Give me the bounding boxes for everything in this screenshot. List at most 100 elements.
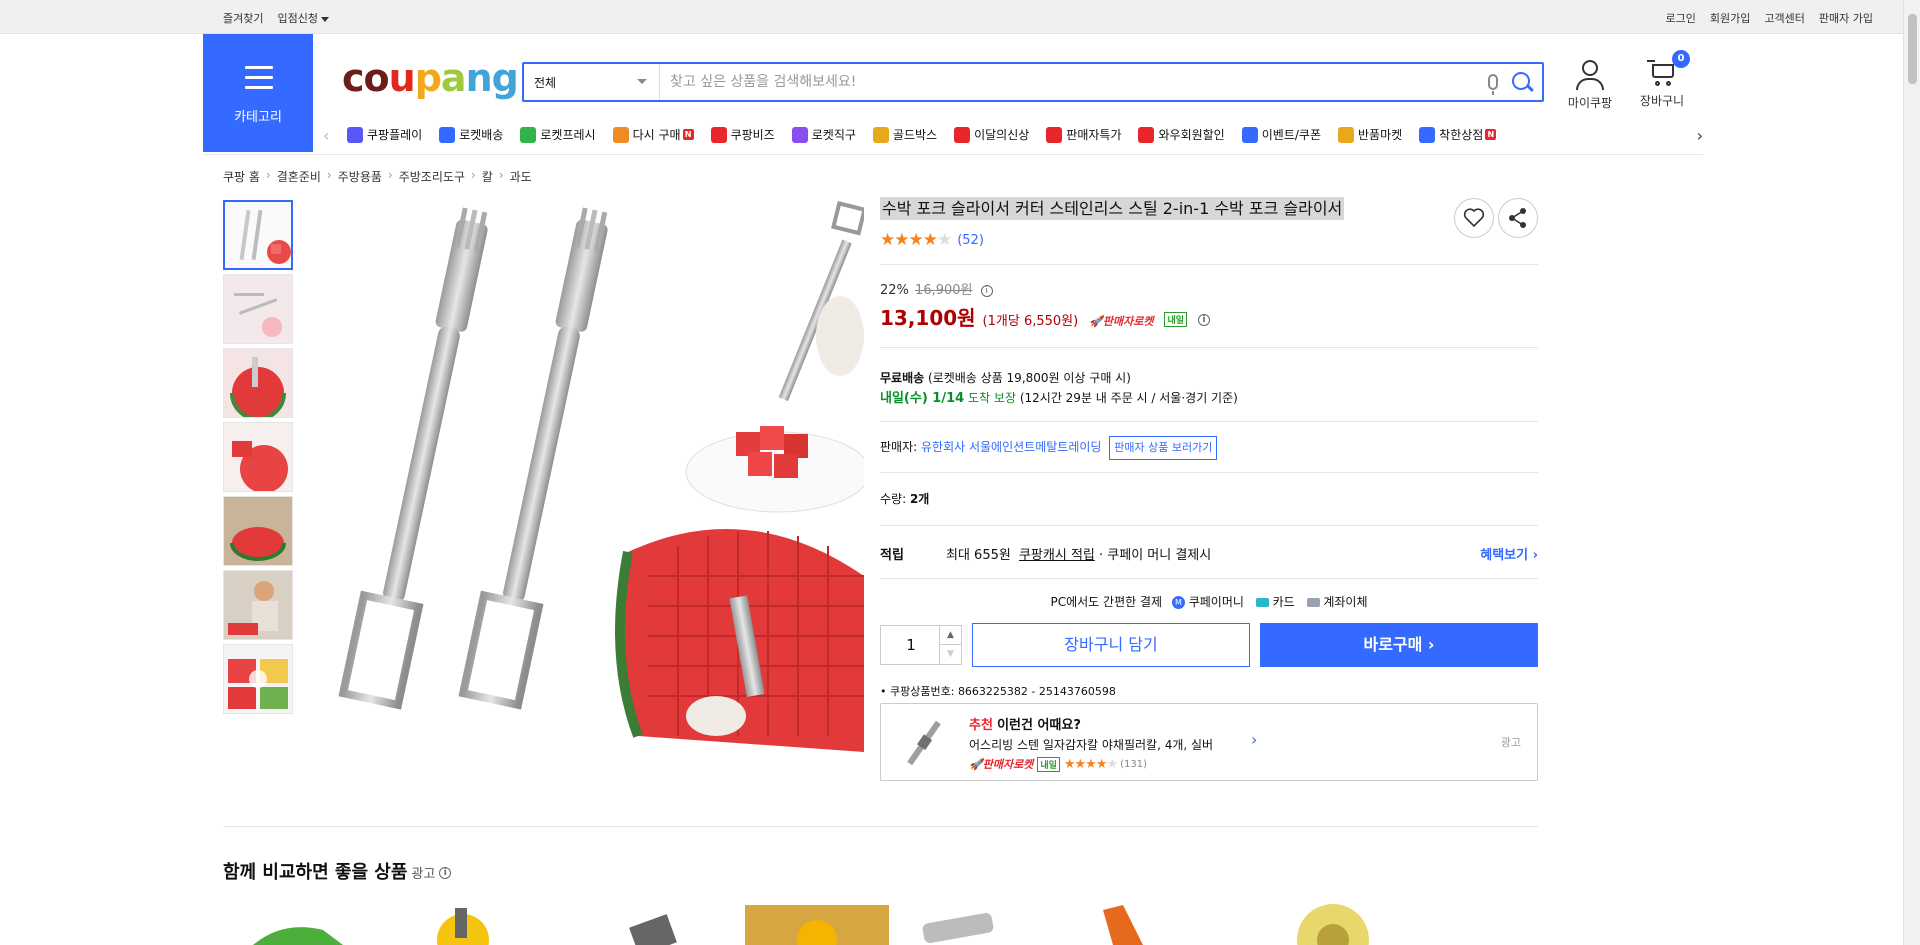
sale-price-line: 13,100원 (1개당 6,550원) 🚀판매자로켓 내일 i — [880, 302, 1538, 331]
seller-info: 판매자: 유한회사 서울에인션트메탈트레이딩 판매자 상품 보러가기 — [880, 436, 1538, 460]
nav-item[interactable]: 이달의신상 — [954, 126, 1029, 143]
coupang-logo[interactable]: coupang — [342, 56, 519, 100]
thumbnail-image[interactable] — [223, 274, 293, 344]
nav-item-label: 다시 구매 — [632, 128, 681, 142]
wishlist-button[interactable] — [1454, 198, 1494, 238]
seller-products-button[interactable]: 판매자 상품 보러가기 — [1109, 436, 1218, 460]
login-link[interactable]: 로그인 — [1666, 10, 1696, 26]
mycoupang-button[interactable]: 마이쿠팡 — [1560, 56, 1620, 111]
top-utility-bar: 즐겨찾기 입점신청 로그인 회원가입 고객센터 판매자 가입 — [0, 0, 1903, 34]
nav-item[interactable]: 이벤트/쿠폰 — [1241, 126, 1321, 143]
reward-label: 적립 — [880, 548, 904, 563]
product-number-label: 쿠팡상품번호: — [890, 685, 955, 698]
breadcrumb-item[interactable]: 쿠팡 홈 — [223, 168, 260, 185]
product-number-row: • 쿠팡상품번호: 8663225382 - 25143760598 — [880, 685, 1116, 698]
bookmark-link[interactable]: 즐겨찾기 — [223, 10, 263, 26]
thumbnail-image[interactable] — [223, 422, 293, 492]
review-count[interactable]: (52) — [957, 233, 984, 248]
nav-item[interactable]: 골드박스 — [872, 126, 937, 143]
buy-now-button[interactable]: 바로구매 › — [1260, 623, 1538, 667]
nav-item[interactable]: 로켓배송 — [439, 126, 503, 143]
signup-link[interactable]: 회원가입 — [1710, 10, 1750, 26]
seller-name-link[interactable]: 유한회사 서울에인션트메탈트레이딩 — [921, 440, 1101, 454]
nav-item-label: 로켓직구 — [811, 128, 856, 142]
section-divider — [223, 826, 1538, 827]
breadcrumb-item[interactable]: 주방용품 — [338, 168, 382, 185]
category-shortcut-nav: ‹ 쿠팡플레이 로켓배송 로켓프레시 다시 구매 N 쿠팡비즈 로켓직구 골드박스 이달의신상 판… — [323, 124, 1703, 148]
info-icon[interactable]: i — [1197, 313, 1210, 326]
quantity-down-icon[interactable]: ▼ — [939, 645, 961, 664]
thumbnail-image[interactable] — [223, 348, 293, 418]
coupang-cash-link[interactable]: 쿠팡캐시 적립 — [1019, 548, 1095, 563]
quantity-stepper[interactable]: 1 ▲ ▼ — [880, 625, 962, 665]
nav-prev-arrow-icon[interactable]: ‹ — [323, 126, 329, 145]
share-icon — [1509, 208, 1526, 228]
thumbnail-image[interactable] — [223, 644, 293, 714]
nav-item[interactable]: 와우회원할인 — [1138, 126, 1225, 143]
breadcrumb-item[interactable]: 결혼준비 — [277, 168, 321, 185]
quantity-input[interactable]: 1 — [881, 626, 941, 664]
cart-icon — [1647, 60, 1677, 88]
pc-payment-row: PC에서도 간편한 결제 M 쿠페이머니 카드 계좌이체 — [880, 579, 1538, 619]
nav-item-label: 이벤트/쿠폰 — [1261, 128, 1321, 142]
scrollbar-thumb[interactable] — [1908, 14, 1917, 84]
discount-line: 22% 16,900원 i — [880, 279, 1538, 298]
quantity-up-icon[interactable]: ▲ — [939, 626, 961, 645]
nav-item[interactable]: 쿠팡플레이 — [347, 126, 422, 143]
main-product-image[interactable] — [308, 196, 871, 752]
breadcrumb-item[interactable]: 칼 — [482, 168, 493, 185]
thumbnail-image[interactable] — [223, 570, 293, 640]
nav-item[interactable]: 판매자특가 — [1046, 126, 1121, 143]
nav-item[interactable]: 로켓프레시 — [520, 126, 596, 143]
nav-item[interactable]: 착한상점 N — [1419, 126, 1497, 143]
chevron-right-icon[interactable]: › — [1251, 730, 1257, 749]
pc-payment-label: PC에서도 간편한 결제 — [1050, 595, 1163, 609]
search-input[interactable] — [670, 70, 1450, 94]
breadcrumb-item[interactable]: 주방조리도구 — [399, 168, 465, 185]
add-to-cart-button[interactable]: 장바구니 담기 — [972, 623, 1250, 667]
seller-signup-link[interactable]: 판매자 가입 — [1819, 10, 1873, 26]
share-button[interactable] — [1498, 198, 1538, 238]
info-icon[interactable]: i — [439, 867, 452, 879]
unit-price: (1개당 6,550원) — [982, 314, 1079, 329]
coupon-icon — [1241, 126, 1258, 143]
user-icon — [1582, 60, 1598, 76]
peeler-thumbnail — [907, 720, 941, 766]
nav-item[interactable]: 반품마켓 — [1337, 126, 1402, 143]
sale-icon — [1046, 126, 1063, 143]
thumbnail-image[interactable] — [223, 200, 293, 270]
pay-method-coupay: 쿠페이머니 — [1188, 595, 1244, 609]
arrival-guarantee: 도착 보장 — [968, 391, 1016, 405]
benefit-link[interactable]: 혜택보기 › — [1480, 544, 1538, 563]
recommend-title: 이런건 어때요? — [997, 718, 1081, 733]
category-menu-button[interactable]: 카테고리 — [203, 34, 313, 152]
biz-icon — [710, 126, 727, 143]
partner-apply-link[interactable]: 입점신청 — [277, 10, 329, 26]
discount-rate: 22% — [880, 283, 909, 298]
microphone-icon[interactable] — [1488, 74, 1498, 95]
search-category-select[interactable]: 전체 — [524, 64, 660, 100]
nav-item-label: 쿠팡비즈 — [730, 128, 775, 142]
product-rating[interactable]: ★★★★★ (52) — [880, 230, 1538, 250]
recommendation-card[interactable]: 추천 이런건 어때요? 어스리빙 스텐 일자감자칼 야채필러칼, 4개, 실버 … — [880, 703, 1538, 781]
nav-item-label: 와우회원할인 — [1158, 128, 1225, 142]
wow-icon — [1138, 126, 1155, 143]
compare-products-strip[interactable] — [223, 900, 1423, 945]
page-scrollbar[interactable] — [1903, 0, 1920, 945]
nav-item-label: 판매자특가 — [1066, 128, 1122, 142]
card-icon — [1255, 598, 1269, 607]
info-icon[interactable]: i — [980, 284, 993, 297]
search-icon[interactable] — [1512, 72, 1530, 90]
nav-item[interactable]: 로켓직구 — [791, 126, 856, 143]
thumbnail-image[interactable] — [223, 496, 293, 566]
rocket-icon — [439, 126, 456, 143]
quantity-label: 수량: — [880, 492, 907, 506]
nav-item[interactable]: 다시 구매 N — [612, 126, 694, 143]
nav-next-arrow-icon[interactable]: › — [1697, 126, 1703, 145]
play-icon — [347, 126, 363, 143]
breadcrumb-item[interactable]: 과도 — [510, 168, 532, 185]
nav-item[interactable]: 쿠팡비즈 — [710, 126, 775, 143]
nav-item-label: 이달의신상 — [974, 128, 1030, 142]
seller-rocket-badge: 🚀판매자로켓 — [1089, 315, 1154, 328]
customer-center-link[interactable]: 고객센터 — [1764, 10, 1804, 26]
